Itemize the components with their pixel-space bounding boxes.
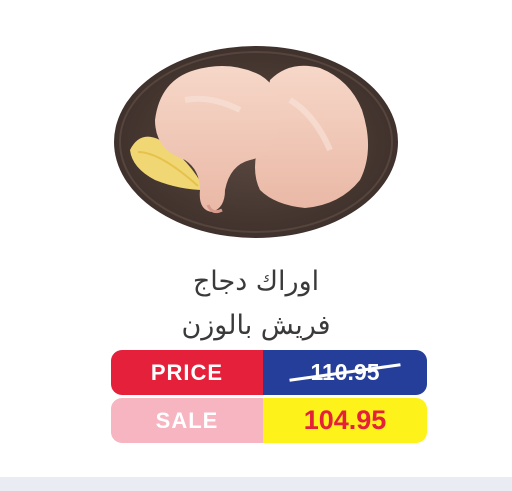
product-title-line2: فريش بالوزن [181, 310, 331, 341]
footer-strip [0, 477, 512, 491]
sale-price: 104.95 [263, 398, 427, 443]
price-row: PRICE 110.95 [111, 350, 427, 395]
price-label: PRICE [111, 350, 263, 395]
sale-label: SALE [111, 398, 263, 443]
sale-row: SALE 104.95 [111, 398, 427, 443]
product-title-line1: اوراك دجاج [192, 266, 320, 297]
product-image [100, 40, 412, 245]
old-price: 110.95 [263, 350, 427, 395]
